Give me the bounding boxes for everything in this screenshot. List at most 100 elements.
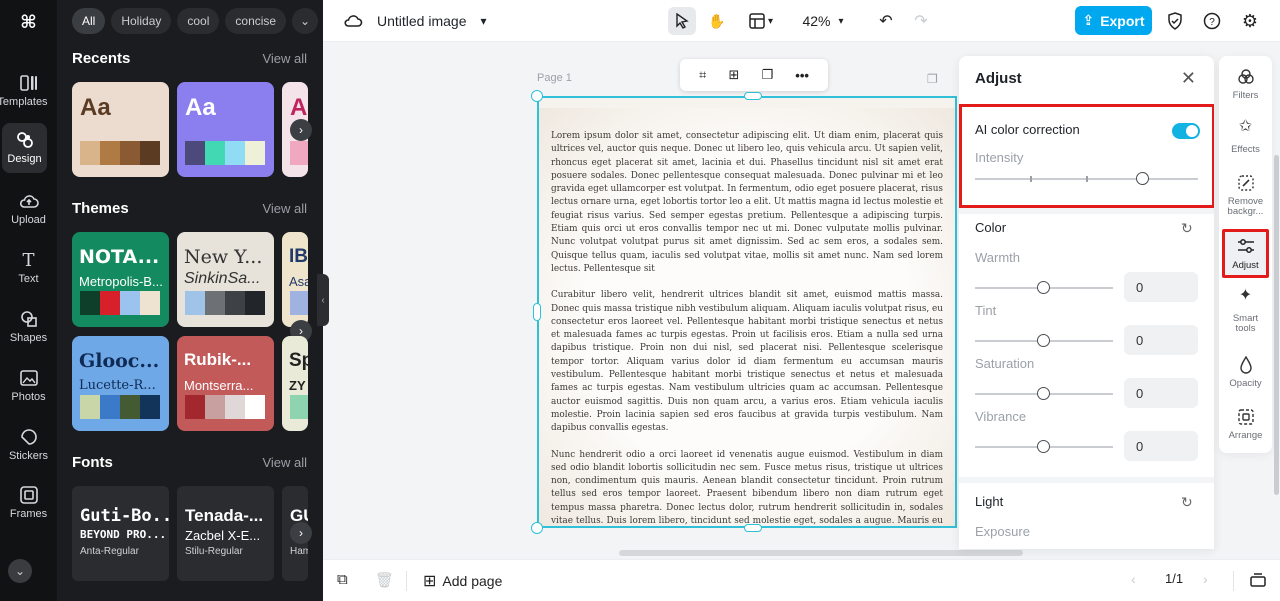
font-card[interactable]: Guti-Bo... BEYOND PRO... Anta-Regular xyxy=(72,486,169,581)
chevron-down-icon: ▾ xyxy=(480,14,487,28)
saturation-value-input[interactable]: 0 xyxy=(1124,378,1198,408)
adjust-button[interactable]: Adjust xyxy=(1222,229,1269,278)
right-tools: Filters ✩ Effects Remove backgr... Adjus… xyxy=(1219,56,1272,453)
recents-view-all[interactable]: View all xyxy=(262,51,307,66)
design-icon xyxy=(15,131,35,149)
resize-handle[interactable] xyxy=(533,303,541,321)
rail-item-photos[interactable]: Photos xyxy=(0,361,57,411)
hand-tool-button[interactable]: ✋ xyxy=(703,7,731,35)
saturation-slider-knob[interactable] xyxy=(1037,387,1050,400)
vibrance-slider-knob[interactable] xyxy=(1037,440,1050,453)
warmth-slider-knob[interactable] xyxy=(1037,281,1050,294)
select-tool-button[interactable] xyxy=(668,7,696,35)
opacity-button[interactable]: Opacity xyxy=(1219,355,1272,389)
reset-color-icon[interactable]: ↻ xyxy=(1181,220,1193,237)
document-text-area: Lorem ipsum dolor sit amet, consectetur … xyxy=(539,108,955,526)
resize-handle[interactable] xyxy=(744,92,762,100)
document-title-button[interactable]: Untitled image ▾ xyxy=(343,8,487,34)
crop-icon[interactable]: ⌗ xyxy=(699,67,706,83)
delete-page-button[interactable]: 🗑 xyxy=(375,571,394,589)
document-image[interactable]: Lorem ipsum dolor sit amet, consectetur … xyxy=(537,96,957,528)
add-page-icon: ⊞ xyxy=(423,573,437,590)
resize-handle[interactable] xyxy=(531,90,543,102)
next-page-button[interactable]: › xyxy=(1203,571,1208,587)
resize-handle[interactable] xyxy=(744,524,762,532)
rail-item-upload[interactable]: Upload xyxy=(0,184,57,234)
chevron-down-icon[interactable]: ⌄ xyxy=(292,8,319,34)
chevron-right-icon[interactable]: › xyxy=(290,119,312,141)
shield-button[interactable] xyxy=(1165,7,1185,35)
theme-card[interactable]: IB Asa xyxy=(282,232,308,327)
theme-card[interactable]: NOTA... Metropolis-B... xyxy=(72,232,169,327)
tint-value-input[interactable]: 0 xyxy=(1124,325,1198,355)
smart-tools-label: Smart tools xyxy=(1232,313,1259,334)
intensity-slider-knob[interactable] xyxy=(1136,172,1149,185)
reset-light-icon[interactable]: ↻ xyxy=(1181,494,1193,511)
rail-item-text[interactable]: T Text xyxy=(0,243,57,293)
zoom-dropdown[interactable]: 42% ▾ xyxy=(795,7,851,35)
chevron-right-icon[interactable]: › xyxy=(290,522,312,544)
rail-item-shapes[interactable]: Shapes xyxy=(0,302,57,352)
warmth-label: Warmth xyxy=(975,250,1021,265)
chip-all[interactable]: All xyxy=(72,8,106,34)
scan-icon[interactable]: ⊞ xyxy=(728,67,739,83)
recent-card[interactable]: Aa xyxy=(72,82,169,177)
page-counter: 1/1 xyxy=(1165,571,1184,586)
font-card[interactable]: Tenada-... Zacbel X-E... Stilu-Regular xyxy=(177,486,274,581)
arrange-button[interactable]: Arrange xyxy=(1219,408,1272,441)
theme-card[interactable]: New Y... SinkinSa... xyxy=(177,232,274,327)
theme-card[interactable]: Rubik-... Montserra... xyxy=(177,336,274,431)
recent-card[interactable]: Aa xyxy=(177,82,274,177)
fonts-view-all[interactable]: View all xyxy=(262,455,307,470)
themes-view-all[interactable]: View all xyxy=(262,201,307,216)
theme-card[interactable]: Glooc... Lucette-R... xyxy=(72,336,169,431)
app-logo[interactable]: ⌘ xyxy=(0,6,57,38)
rail-item-design[interactable]: Design xyxy=(2,123,47,173)
svg-text:?: ? xyxy=(1209,17,1215,28)
horizontal-scrollbar[interactable] xyxy=(619,550,1023,556)
theme-font: Asa xyxy=(289,274,308,289)
vibrance-value-input[interactable]: 0 xyxy=(1124,431,1198,461)
rail-item-stickers[interactable]: Stickers xyxy=(0,420,57,470)
duplicate-page-button[interactable]: ⧉ xyxy=(337,571,348,588)
resize-handle[interactable] xyxy=(531,522,543,534)
swatches xyxy=(185,395,265,419)
theme-card[interactable]: Sp ZY xyxy=(282,336,308,431)
chip-holiday[interactable]: Holiday xyxy=(111,8,172,34)
effects-button[interactable]: ✩ Effects xyxy=(1219,119,1272,155)
divider xyxy=(1233,571,1234,591)
swatches xyxy=(80,395,160,419)
arrange-label: Arrange xyxy=(1228,430,1263,441)
filters-button[interactable]: Filters xyxy=(1219,68,1272,101)
chip-cool[interactable]: cool xyxy=(177,8,220,34)
smart-tools-button[interactable]: ✦ Smart tools xyxy=(1219,288,1272,334)
rail-item-templates[interactable]: Templates xyxy=(0,66,57,116)
ai-color-correction-toggle[interactable] xyxy=(1172,123,1200,139)
pages-panel-button[interactable] xyxy=(1250,571,1266,587)
copy-page-icon[interactable]: ❐ xyxy=(927,72,938,86)
duplicate-icon[interactable]: ❐ xyxy=(762,67,774,83)
adjust-label: Adjust xyxy=(1232,260,1259,271)
tint-slider-knob[interactable] xyxy=(1037,334,1050,347)
help-button[interactable]: ? xyxy=(1202,7,1222,35)
vertical-scrollbar[interactable] xyxy=(1274,155,1279,495)
rail-item-label: Upload xyxy=(11,214,46,226)
shield-icon xyxy=(1168,12,1182,30)
filters-label: Filters xyxy=(1232,90,1259,101)
remove-background-button[interactable]: Remove backgr... xyxy=(1219,174,1272,217)
tick xyxy=(1086,176,1088,182)
collapse-panel-button[interactable]: ‹ xyxy=(317,274,329,326)
close-icon[interactable]: ✕ xyxy=(1181,68,1196,89)
undo-button[interactable]: ↶ xyxy=(876,7,896,35)
layout-menu-button[interactable]: ▾ xyxy=(743,7,779,35)
settings-button[interactable]: ⚙ xyxy=(1240,7,1260,35)
more-icon[interactable]: ••• xyxy=(795,68,809,83)
redo-button[interactable]: ↷ xyxy=(911,7,931,35)
chip-concise[interactable]: concise xyxy=(225,8,287,34)
warmth-value-input[interactable]: 0 xyxy=(1124,272,1198,302)
prev-page-button[interactable]: ‹ xyxy=(1131,571,1136,587)
export-button[interactable]: ⇪ Export xyxy=(1075,6,1152,35)
rail-item-frames[interactable]: Frames xyxy=(0,478,57,528)
chevron-down-icon[interactable]: ⌄ xyxy=(8,559,32,583)
add-page-button[interactable]: ⊞ Add page xyxy=(423,571,502,591)
